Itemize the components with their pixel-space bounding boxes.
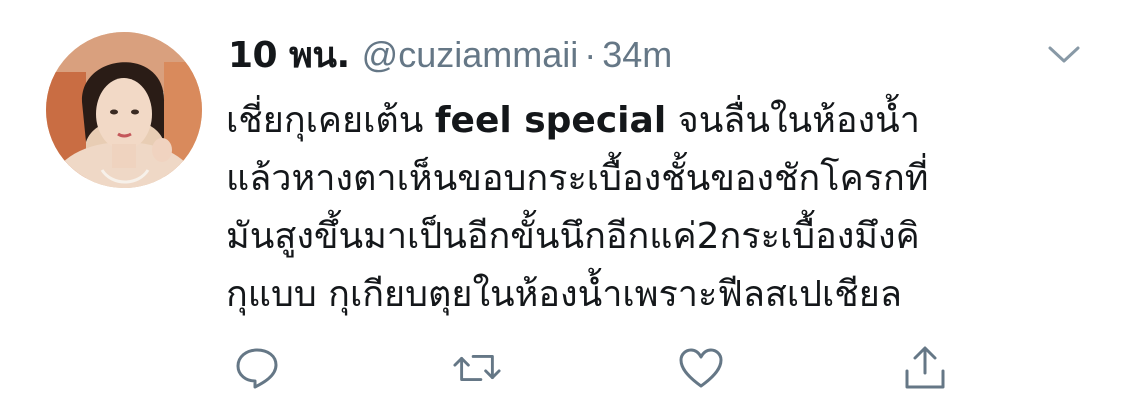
heart-icon (679, 348, 723, 388)
tweet-text-line: กุแบบ กุเกียบตุยในห้องน้ำเพราะฟีลสเปเชีย… (226, 266, 1086, 324)
separator-dot: · (584, 34, 597, 75)
timestamp[interactable]: 34m (602, 34, 672, 76)
avatar[interactable] (46, 32, 202, 188)
share-icon (905, 346, 945, 389)
tweet-text-segment: จนลื่นในห้องน้ำ (666, 100, 920, 141)
tweet-text-segment: เชี่ยกุเคยเต้น (226, 100, 435, 141)
retweet-icon (453, 355, 501, 381)
tweet-text-line: แล้วหางตาเห็นขอบกระเบื้องชั้นของชักโครกท… (226, 150, 1086, 208)
tweet[interactable]: 10 พน. @cuziammaii · 34m เชี่ยกุเคยเต้น … (0, 0, 1125, 414)
like-button[interactable] (676, 344, 726, 392)
retweet-button[interactable] (452, 344, 502, 392)
tweet-text-segment: มันสูงขึ้นมาเป็นอีกขั้นนึกอีกแค่2กระเบื้… (226, 216, 920, 257)
tweet-text-bold: feel special (434, 100, 667, 141)
reply-icon (236, 348, 278, 389)
tweet-actions (226, 344, 986, 392)
reply-button[interactable] (232, 344, 282, 392)
tweet-header: 10 พน. @cuziammaii · 34m (228, 26, 672, 82)
tweet-text: เชี่ยกุเคยเต้น feel special จนลื่นในห้อง… (226, 92, 1086, 324)
tweet-text-line: มันสูงขึ้นมาเป็นอีกขั้นนึกอีกแค่2กระเบื้… (226, 208, 1086, 266)
tweet-text-segment: กุแบบ กุเกียบตุยในห้องน้ำเพราะฟีลสเปเชีย… (226, 274, 902, 315)
tweet-text-segment: แล้วหางตาเห็นขอบกระเบื้องชั้นของชักโครกท… (226, 158, 929, 199)
user-handle[interactable]: @cuziammaii (362, 34, 579, 76)
tweet-text-line: เชี่ยกุเคยเต้น feel special จนลื่นในห้อง… (226, 92, 1086, 150)
chevron-down-icon (1048, 46, 1080, 63)
more-options-button[interactable] (1044, 40, 1084, 68)
display-name[interactable]: 10 พน. (228, 26, 350, 83)
share-button[interactable] (900, 344, 950, 392)
avatar-photo (46, 32, 202, 188)
